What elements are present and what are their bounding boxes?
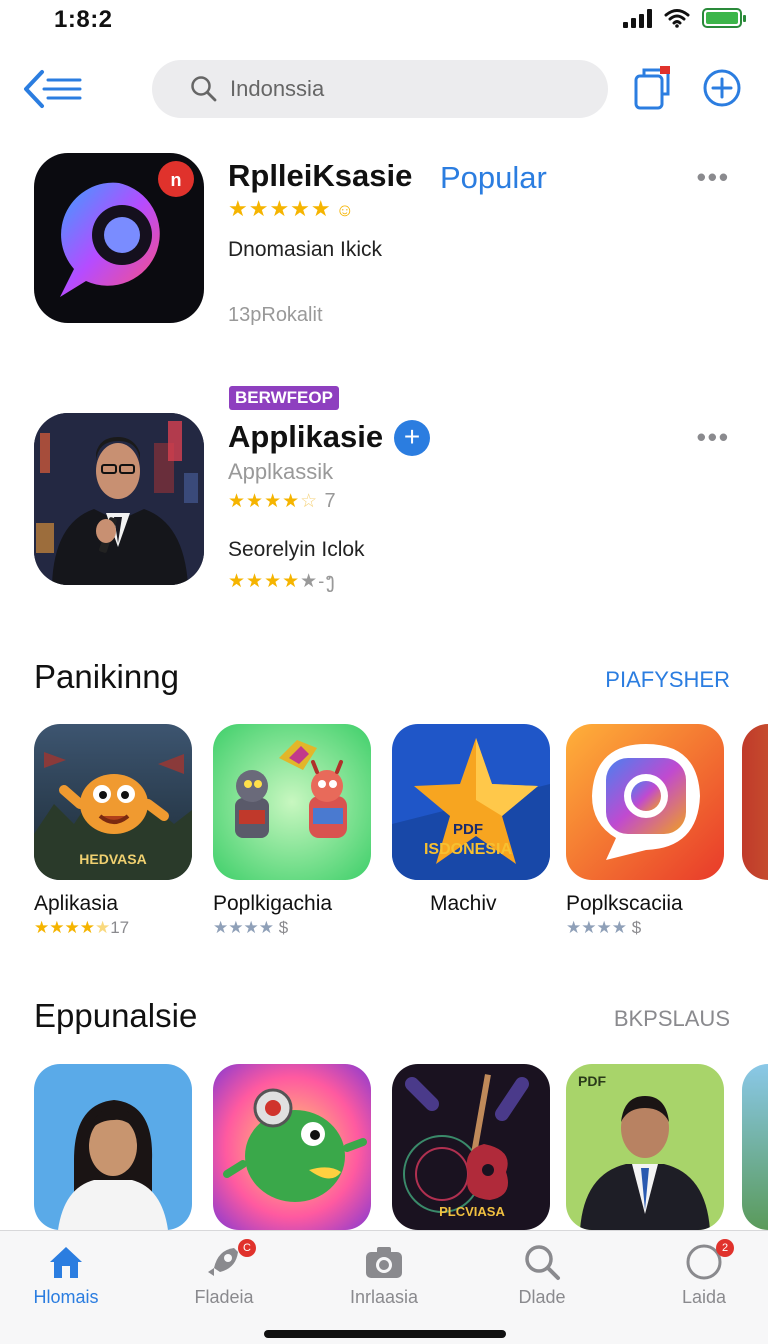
svg-text:PDF: PDF bbox=[453, 821, 483, 838]
rating-stars: ★★★★★-ງ bbox=[228, 570, 336, 592]
svg-text:ISDONESIA: ISDONESIA bbox=[424, 841, 512, 858]
monster-game-icon: HEDVASA bbox=[34, 724, 192, 880]
app-tile[interactable] bbox=[742, 1064, 768, 1230]
app-name: Aplikasia bbox=[34, 892, 119, 915]
robot-creature-icon bbox=[213, 1064, 371, 1230]
tab-fladeia[interactable]: C Fladeia bbox=[164, 1239, 284, 1308]
rating-stars: ★★★★ $ bbox=[566, 918, 642, 937]
app-tile[interactable] bbox=[742, 724, 768, 880]
rating-stars: ★★★★ $ bbox=[213, 918, 289, 937]
svg-text:PDF: PDF bbox=[578, 1073, 606, 1089]
guitar-music-icon: PLCVIASA bbox=[392, 1064, 550, 1230]
app-icon-partial bbox=[742, 724, 768, 880]
see-all-link[interactable]: PIAFYSHER bbox=[605, 667, 730, 693]
svg-text:HEDVASA: HEDVASA bbox=[79, 851, 146, 867]
notification-badge: 2 bbox=[716, 1239, 734, 1257]
rating-stars: ★★★★☆ 7 bbox=[228, 490, 337, 512]
app-tile[interactable] bbox=[213, 1064, 371, 1230]
star-pdf-icon: PDF ISDONESIA bbox=[392, 724, 550, 880]
app-tile[interactable]: Poplkigachia ★★★★ $ bbox=[213, 724, 371, 938]
featured-app-2[interactable]: BERWFEOP Applikasie + ••• Applkassik ★★★… bbox=[0, 0, 768, 620]
tab-label: Inrlaasia bbox=[349, 1287, 419, 1307]
tab-label: Dlade bbox=[518, 1287, 566, 1307]
see-all-link[interactable]: BKPSLAUS bbox=[614, 1006, 730, 1032]
rating-count: $ bbox=[278, 918, 289, 937]
section-title: Eppunalsie bbox=[34, 997, 198, 1034]
app-row: HEDVASA Aplikasia ★★★★★17 Poplkigachia ★… bbox=[0, 724, 768, 964]
app-tile[interactable]: Poplkscaciia ★★★★ $ bbox=[566, 724, 724, 938]
tab-dlade[interactable]: Dlade bbox=[482, 1239, 602, 1308]
section-title: Panikinng bbox=[34, 658, 179, 695]
app-icon-partial bbox=[742, 1064, 768, 1230]
add-app-button[interactable]: + bbox=[394, 420, 430, 456]
app-tile[interactable] bbox=[34, 1064, 192, 1230]
woman-portrait-icon bbox=[34, 1064, 192, 1230]
app-title: Applikasie bbox=[228, 419, 384, 454]
app-name: Poplkscaciia bbox=[566, 892, 683, 915]
developer-name: Applkassik bbox=[228, 459, 334, 484]
tab-laida[interactable]: 2 Laida bbox=[644, 1239, 764, 1308]
presenter-photo-icon bbox=[34, 413, 204, 585]
app-tile[interactable]: HEDVASA Aplikasia ★★★★★17 bbox=[34, 724, 192, 938]
app-tile[interactable]: PLCVIASA bbox=[392, 1064, 550, 1230]
app-name: Poplkigachia bbox=[213, 892, 333, 915]
more-options-icon[interactable]: ••• bbox=[697, 422, 730, 453]
tab-inrlaasia[interactable]: Inrlaasia bbox=[324, 1239, 444, 1308]
rating-count: 7 bbox=[324, 490, 337, 512]
home-icon bbox=[50, 1247, 82, 1278]
search-icon bbox=[525, 1245, 560, 1280]
notification-badge: C bbox=[238, 1239, 256, 1257]
tab-bar: Hlomais C Fladeia Inrlaasia Dlade 2 Laid… bbox=[0, 1230, 768, 1344]
camera-icon bbox=[366, 1247, 402, 1278]
app-tile[interactable]: PDF ISDONESIA Machiv bbox=[392, 724, 550, 916]
monsters-game-icon bbox=[213, 724, 371, 880]
rating-count: $ bbox=[631, 918, 642, 937]
app-row: PLCVIASA PDF bbox=[0, 1064, 768, 1230]
tab-label: Laida bbox=[681, 1287, 727, 1307]
home-indicator[interactable] bbox=[264, 1330, 506, 1338]
app-name: Machiv bbox=[430, 892, 497, 915]
app-subtitle: Seorelyin Iclok bbox=[228, 538, 365, 561]
rating-count: 17 bbox=[110, 918, 130, 937]
app-tile[interactable]: PDF bbox=[566, 1064, 724, 1230]
tab-label: Hlomais bbox=[33, 1287, 99, 1307]
man-portrait-icon: PDF bbox=[566, 1064, 724, 1230]
tab-label: Fladeia bbox=[194, 1287, 254, 1307]
tab-home[interactable]: Hlomais bbox=[6, 1239, 126, 1308]
editor-badge: BERWFEOP bbox=[229, 386, 339, 410]
camera-chat-icon bbox=[566, 724, 724, 880]
rating-stars: ★★★★★17 bbox=[34, 918, 130, 937]
svg-text:PLCVIASA: PLCVIASA bbox=[439, 1204, 505, 1219]
rating-count: ງ bbox=[325, 570, 336, 592]
